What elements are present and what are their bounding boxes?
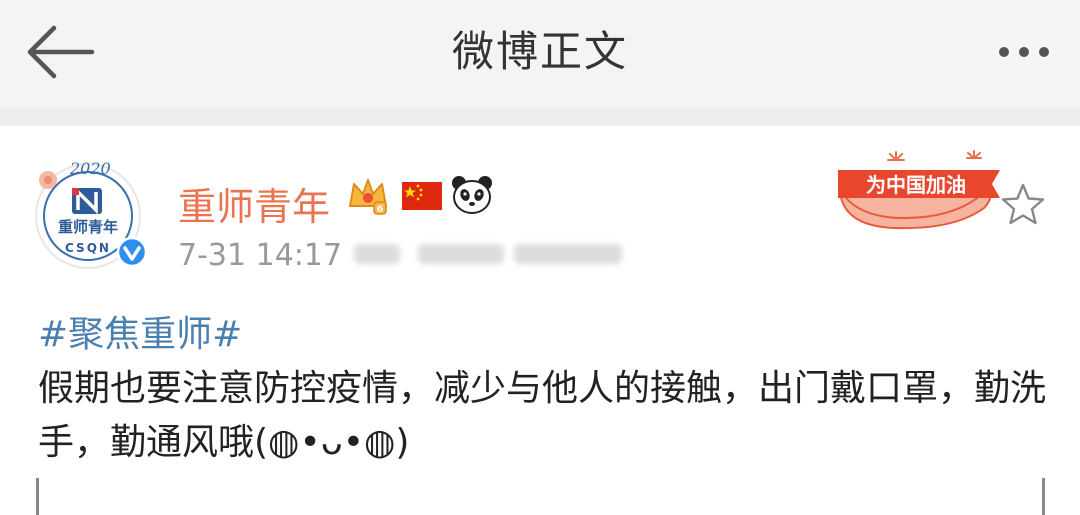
china-flag-icon	[402, 182, 442, 210]
arrow-left-icon	[27, 25, 95, 79]
blurred-source-2	[418, 244, 504, 264]
attachment-right-edge	[1042, 478, 1045, 515]
avatar-org-text: 重师青年	[58, 218, 118, 236]
back-button[interactable]	[22, 22, 98, 82]
post-content: #聚焦重师# 假期也要注意防控疫情，减少与他人的接触，出门戴口罩，勤洗手，勤通风…	[38, 308, 1048, 470]
avatar-year-text: 2020	[69, 159, 111, 178]
more-options-button[interactable]	[986, 28, 1062, 76]
post-text: 假期也要注意防控疫情，减少与他人的接触，出门戴口罩，勤洗手，勤通风哦(◍•ᴗ•◍…	[38, 368, 1047, 463]
favorite-button[interactable]	[1000, 182, 1046, 226]
ellipsis-icon	[999, 47, 1049, 57]
verified-check-icon	[116, 236, 148, 268]
svg-text:6: 6	[377, 204, 384, 215]
top-nav-bar: 微博正文	[0, 0, 1080, 109]
section-divider	[0, 108, 1080, 126]
cheer-badge-text: 为中国加油	[866, 173, 966, 197]
page-title: 微博正文	[451, 27, 628, 76]
author-name[interactable]: 重师青年	[178, 176, 330, 231]
topic-hashtag-link[interactable]: #聚焦重师#	[38, 308, 1048, 362]
post-timestamp: 7-31 14:17	[178, 238, 343, 273]
star-outline-icon	[1001, 183, 1045, 225]
weibo-post-page: 微博正文 2020 重师青年 CSQN 重师青年 6 7-31 14:17 为中…	[0, 0, 1080, 515]
panda-icon	[452, 176, 492, 214]
cheer-china-badge: 为中国加油	[834, 148, 1010, 230]
post-card: 2020 重师青年 CSQN 重师青年 6 7-31 14:17 为中国加油 #…	[0, 126, 1080, 515]
crown-vip-icon: 6	[349, 179, 387, 215]
blurred-source-1	[354, 244, 400, 264]
blurred-source-3	[514, 244, 622, 264]
author-avatar[interactable]: 2020 重师青年 CSQN	[32, 154, 148, 270]
attachment-left-edge	[36, 478, 39, 515]
avatar-abbr-text: CSQN	[65, 241, 111, 255]
